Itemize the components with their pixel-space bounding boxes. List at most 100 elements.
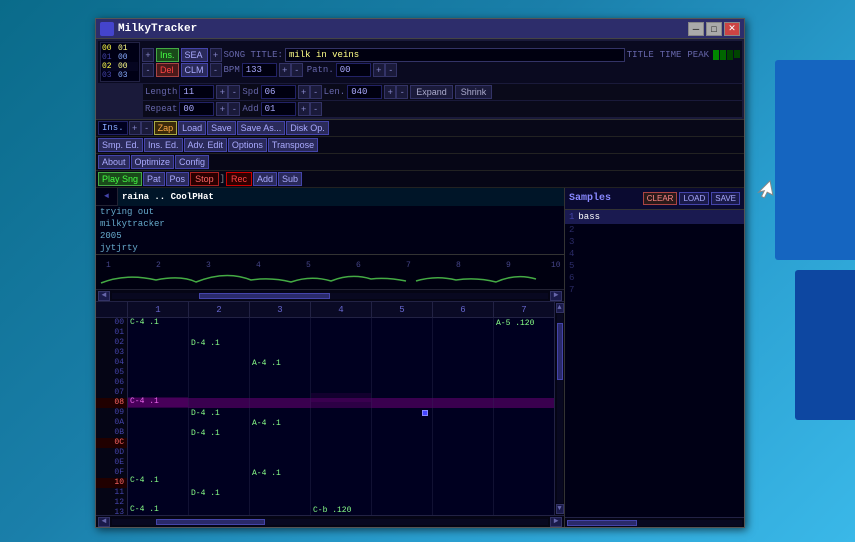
play-sng-btn[interactable]: Play Sng bbox=[98, 172, 142, 186]
sample-item-2[interactable]: 2 bbox=[565, 224, 744, 236]
add-minus[interactable]: - bbox=[310, 102, 322, 116]
options-btn[interactable]: Options bbox=[228, 138, 267, 152]
samples-save-btn[interactable]: SAVE bbox=[711, 192, 740, 205]
repeat-value-field[interactable]: 00 bbox=[179, 102, 214, 116]
spd-value-field[interactable]: 06 bbox=[261, 85, 296, 99]
repeat-minus[interactable]: - bbox=[228, 102, 240, 116]
spd-plus[interactable]: + bbox=[298, 85, 310, 99]
config-btn[interactable]: Config bbox=[175, 155, 209, 169]
len-value-field[interactable]: 040 bbox=[347, 85, 382, 99]
bpm-value-field[interactable]: 133 bbox=[242, 63, 277, 77]
song-title-field[interactable]: milk in veins bbox=[285, 48, 625, 62]
pattern-hscroll-top[interactable]: ◄ ► bbox=[96, 290, 564, 302]
scroll-right-btn[interactable]: ► bbox=[550, 291, 562, 301]
zap-btn[interactable]: Zap bbox=[154, 121, 178, 135]
smp-ed-btn[interactable]: Smp. Ed. bbox=[98, 138, 143, 152]
sample-item-4[interactable]: 4 bbox=[565, 248, 744, 260]
sample-item-5[interactable]: 5 bbox=[565, 260, 744, 272]
track-3[interactable]: A-4 .1 A-4 .1 bbox=[250, 318, 311, 515]
instr-item-3[interactable]: milkytracker bbox=[96, 218, 564, 230]
bpm-plus[interactable]: + bbox=[279, 63, 291, 77]
close-button[interactable]: ✕ bbox=[724, 22, 740, 36]
length-plus[interactable]: + bbox=[216, 85, 228, 99]
instr-scroll-area[interactable]: trying out milkytracker 2005 jytjrty bbox=[96, 206, 564, 255]
pattern-hscroll-bottom[interactable]: ◄ ► bbox=[96, 515, 564, 527]
pm-plus-2[interactable]: + bbox=[210, 48, 222, 62]
main-window: MilkyTracker ─ □ ✕ 00 01 bbox=[95, 18, 745, 528]
sample-item-1[interactable]: 1 bass bbox=[565, 210, 744, 224]
vscroll-bar[interactable]: ▲ ▼ bbox=[554, 302, 564, 515]
scroll-thumb-h[interactable] bbox=[199, 293, 330, 299]
clm-button[interactable]: CLM bbox=[181, 63, 208, 77]
spd-minus[interactable]: - bbox=[310, 85, 322, 99]
track-4[interactable]: C-b .120 bbox=[311, 318, 372, 515]
vscroll-down-btn[interactable]: ▼ bbox=[556, 504, 564, 514]
vscroll-thumb[interactable] bbox=[557, 323, 563, 380]
maximize-button[interactable]: □ bbox=[706, 22, 722, 36]
track-1[interactable]: C-4 .1 C-4 .1 bbox=[128, 318, 189, 515]
samples-clear-btn[interactable]: CLEAR bbox=[643, 192, 678, 205]
length-minus[interactable]: - bbox=[228, 85, 240, 99]
pat-btn[interactable]: Pat bbox=[143, 172, 165, 186]
track-5[interactable] bbox=[372, 318, 433, 515]
patn-plus[interactable]: + bbox=[373, 63, 385, 77]
scroll-track-h[interactable] bbox=[112, 293, 548, 299]
sample-item-7[interactable]: 7 bbox=[565, 284, 744, 296]
about-btn[interactable]: About bbox=[98, 155, 130, 169]
samples-load-btn[interactable]: LOAD bbox=[679, 192, 709, 205]
sample-item-3[interactable]: 3 bbox=[565, 236, 744, 248]
bpm-minus[interactable]: - bbox=[291, 63, 303, 77]
ins-field-plus[interactable]: + bbox=[129, 121, 141, 135]
ins-button[interactable]: Ins. bbox=[156, 48, 179, 62]
adv-edit-btn[interactable]: Adv. Edit bbox=[184, 138, 227, 152]
ins-ed-btn[interactable]: Ins. Ed. bbox=[144, 138, 183, 152]
patn-minus[interactable]: - bbox=[385, 63, 397, 77]
stop-btn[interactable]: Stop bbox=[190, 172, 219, 186]
seq-minus-button[interactable]: - bbox=[142, 63, 154, 77]
repeat-plus[interactable]: + bbox=[216, 102, 228, 116]
vscroll-up-btn[interactable]: ▲ bbox=[556, 303, 564, 313]
track-6[interactable] bbox=[433, 318, 494, 515]
transport-add-btn[interactable]: Add bbox=[253, 172, 277, 186]
add-plus[interactable]: + bbox=[298, 102, 310, 116]
sample-vscroll[interactable] bbox=[565, 517, 744, 527]
len-plus[interactable]: + bbox=[384, 85, 396, 99]
instr-item-5[interactable]: jytjrty bbox=[96, 242, 564, 254]
scroll-left-btn[interactable]: ◄ bbox=[98, 291, 110, 301]
hscroll-right-btn[interactable]: ► bbox=[550, 517, 562, 527]
sample-scroll-track[interactable] bbox=[567, 520, 742, 526]
save-btn[interactable]: Save bbox=[207, 121, 236, 135]
minimize-button[interactable]: ─ bbox=[688, 22, 704, 36]
track-2[interactable]: D-4 .1 D-4 .1 D-4 .1 bbox=[189, 318, 250, 515]
disk-op-btn[interactable]: Disk Op. bbox=[286, 121, 329, 135]
transport-sub-btn[interactable]: Sub bbox=[278, 172, 302, 186]
instr-item-4[interactable]: 2005 bbox=[96, 230, 564, 242]
length-value-field[interactable]: 11 bbox=[179, 85, 214, 99]
instr-item-selected[interactable]: raina .. CoolPHat bbox=[118, 188, 564, 206]
sea-button[interactable]: SEA bbox=[181, 48, 208, 62]
load-btn[interactable]: Load bbox=[178, 121, 206, 135]
vscroll-track[interactable] bbox=[557, 314, 563, 503]
pm-minus-2[interactable]: - bbox=[210, 63, 222, 77]
hscroll-left-btn[interactable]: ◄ bbox=[98, 517, 110, 527]
save-as-btn[interactable]: Save As... bbox=[237, 121, 286, 135]
ins-field-minus[interactable]: - bbox=[141, 121, 153, 135]
sample-scroll-thumb[interactable] bbox=[567, 520, 637, 526]
del-button[interactable]: Del bbox=[156, 63, 179, 77]
pos-btn[interactable]: Pos bbox=[166, 172, 190, 186]
len-minus[interactable]: - bbox=[396, 85, 408, 99]
hscroll-thumb-bottom[interactable] bbox=[156, 519, 265, 525]
rec-btn[interactable]: Rec bbox=[226, 172, 252, 186]
sample-list[interactable]: 1 bass 2 3 4 5 bbox=[565, 210, 744, 517]
hscroll-track-bottom[interactable] bbox=[112, 519, 548, 525]
sample-item-6[interactable]: 6 bbox=[565, 272, 744, 284]
add-value-field[interactable]: 01 bbox=[261, 102, 296, 116]
track-7[interactable]: A-5 .120 bbox=[494, 318, 554, 515]
transpose-btn[interactable]: Transpose bbox=[268, 138, 318, 152]
expand-button[interactable]: Expand bbox=[410, 85, 453, 99]
seq-plus-button[interactable]: + bbox=[142, 48, 154, 62]
patn-value-field[interactable]: 00 bbox=[336, 63, 371, 77]
instr-item-2[interactable]: trying out bbox=[96, 206, 564, 218]
optimize-btn[interactable]: Optimize bbox=[131, 155, 175, 169]
shrink-button[interactable]: Shrink bbox=[455, 85, 493, 99]
